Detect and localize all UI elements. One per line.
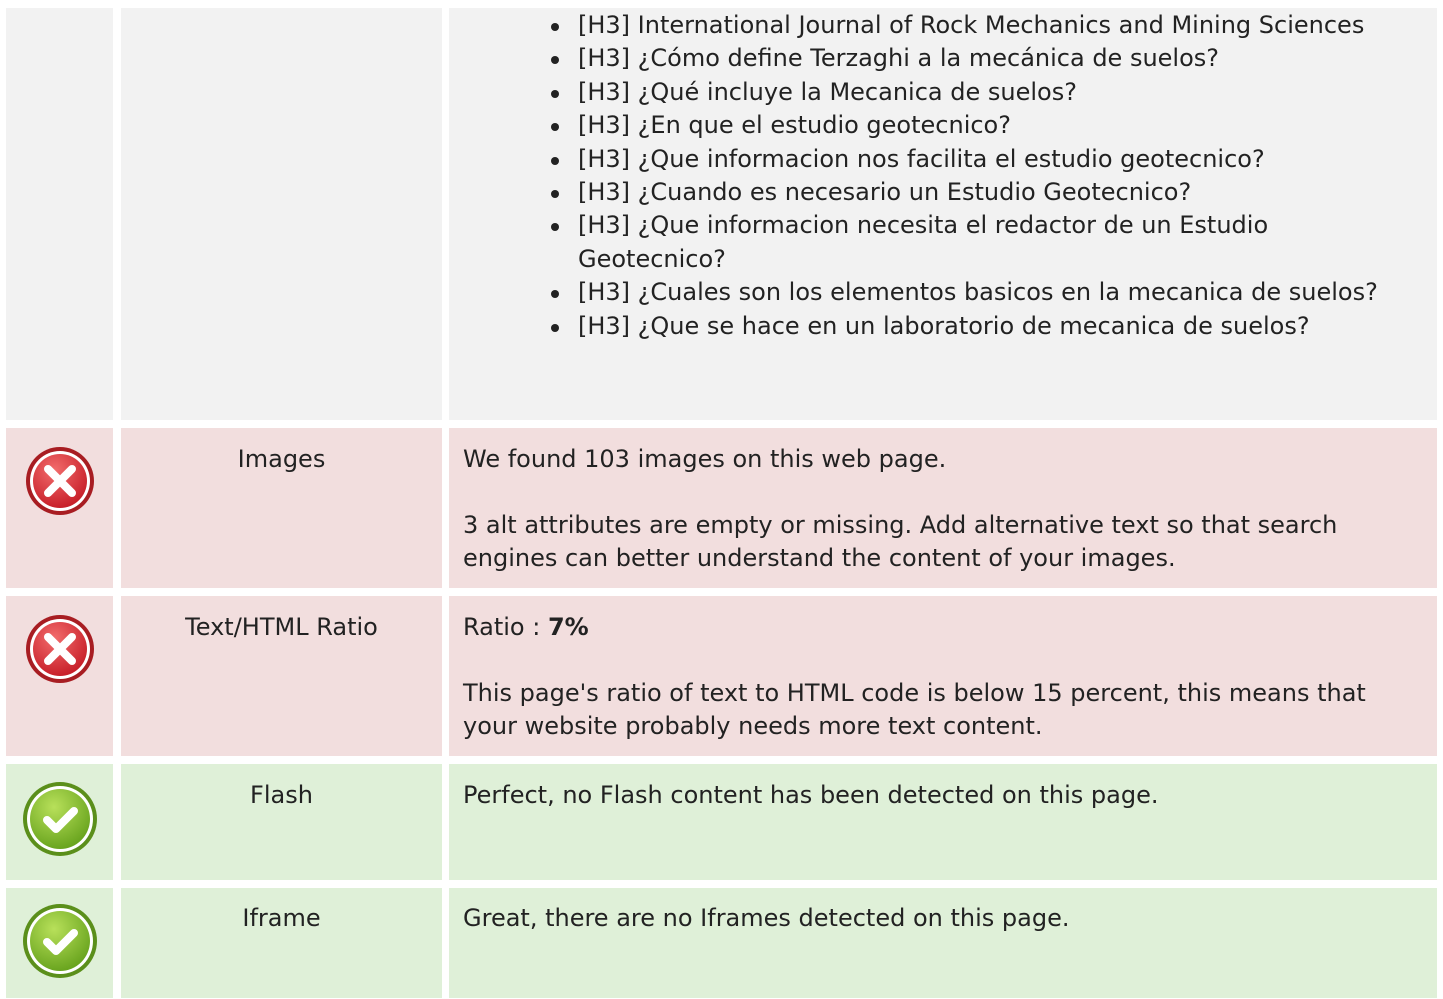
- label-cell: Images: [121, 428, 442, 588]
- headings-content: [H3] International Journal of Rock Mecha…: [449, 8, 1437, 420]
- images-alt-text: 3 alt attributes are empty or missing. A…: [463, 511, 1338, 572]
- iframe-row: Iframe Great, there are no Iframes detec…: [0, 888, 1443, 998]
- ratio-content: Ratio : 7% This page's ratio of text to …: [449, 596, 1437, 756]
- flash-content: Perfect, no Flash content has been detec…: [449, 764, 1437, 880]
- ratio-prefix: Ratio :: [463, 613, 548, 641]
- bullet-icon: [551, 323, 559, 332]
- headings-list: [H3] International Journal of Rock Mecha…: [463, 9, 1423, 343]
- check-icon: [20, 901, 100, 981]
- bullet-icon: [551, 23, 559, 31]
- iframe-content: Great, there are no Iframes detected on …: [449, 888, 1437, 998]
- bullet-icon: [551, 223, 559, 232]
- status-cell: [6, 8, 113, 420]
- label-cell: Flash: [121, 764, 442, 880]
- list-item: [H3] ¿Qué incluye la Mecanica de suelos?: [551, 76, 1423, 109]
- bullet-icon: [551, 290, 559, 299]
- bullet-icon: [551, 89, 559, 98]
- status-cell: [6, 888, 113, 998]
- label-cell: Text/HTML Ratio: [121, 596, 442, 756]
- check-icon: [20, 779, 100, 859]
- list-item: [H3] International Journal of Rock Mecha…: [551, 9, 1423, 42]
- error-icon: [24, 613, 96, 685]
- status-cell: [6, 596, 113, 756]
- bullet-icon: [551, 156, 559, 165]
- error-icon: [24, 445, 96, 517]
- ratio-value: 7%: [547, 613, 589, 641]
- flash-row: Flash Perfect, no Flash content has been…: [0, 764, 1443, 880]
- flash-text: Perfect, no Flash content has been detec…: [463, 781, 1159, 809]
- ratio-explanation: This page's ratio of text to HTML code i…: [463, 679, 1366, 740]
- ratio-line: Ratio : 7%: [463, 611, 1423, 644]
- headings-row: [H3] International Journal of Rock Mecha…: [0, 0, 1443, 420]
- list-item: [H3] ¿Cómo define Terzaghi a la mecánica…: [551, 42, 1423, 75]
- ratio-row: Text/HTML Ratio Ratio : 7% This page's r…: [0, 596, 1443, 756]
- images-row: Images We found 103 images on this web p…: [0, 428, 1443, 588]
- status-cell: [6, 764, 113, 880]
- label-cell: Iframe: [121, 888, 442, 998]
- bullet-icon: [551, 123, 559, 132]
- iframe-text: Great, there are no Iframes detected on …: [463, 904, 1070, 932]
- list-item: [H3] ¿Que se hace en un laboratorio de m…: [551, 310, 1423, 343]
- list-item: [H3] ¿Cuando es necesario un Estudio Geo…: [551, 176, 1423, 209]
- list-item: [H3] ¿Que informacion nos facilita el es…: [551, 143, 1423, 176]
- list-item: [H3] ¿En que el estudio geotecnico?: [551, 109, 1423, 142]
- bullet-icon: [551, 56, 559, 65]
- status-cell: [6, 428, 113, 588]
- images-content: We found 103 images on this web page. 3 …: [449, 428, 1437, 588]
- list-item: [H3] ¿Cuales son los elementos basicos e…: [551, 276, 1423, 309]
- images-count-text: We found 103 images on this web page.: [463, 445, 947, 473]
- label-cell: [121, 8, 442, 420]
- list-item: [H3] ¿Que informacion necesita el redact…: [551, 209, 1423, 276]
- bullet-icon: [551, 190, 559, 199]
